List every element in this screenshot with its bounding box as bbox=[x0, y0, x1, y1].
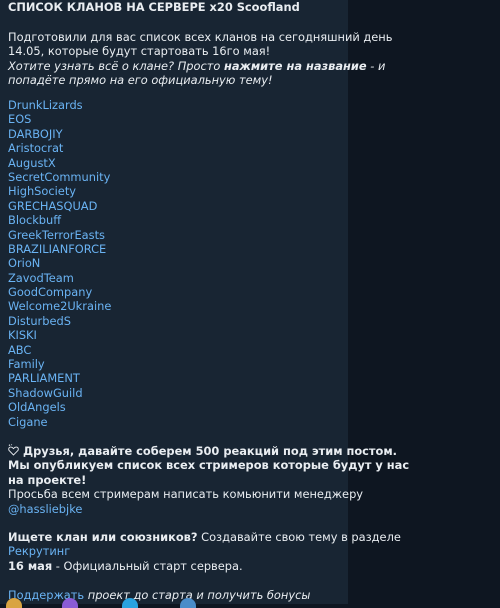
clan-link[interactable]: AugustX bbox=[8, 156, 111, 170]
reactions-text-1: Друзья, давайте соберем 500 реакций под … bbox=[22, 444, 397, 458]
clan-link[interactable]: ZavodTeam bbox=[8, 271, 111, 285]
reaction-icon[interactable] bbox=[6, 598, 22, 608]
clan-link[interactable]: DrunkLizards bbox=[8, 98, 111, 112]
clan-link[interactable]: Cigane bbox=[8, 415, 111, 429]
reactions-line-1: Друзья, давайте соберем 500 реакций под … bbox=[8, 444, 397, 458]
reactions-line-3: на проекте! bbox=[8, 472, 87, 487]
intro-text: Подготовили для вас список всех кланов н… bbox=[8, 30, 393, 88]
recruit-block: Ищете клан или союзников? Создавайте сво… bbox=[8, 530, 401, 573]
clan-link[interactable]: EOS bbox=[8, 112, 111, 126]
clan-link[interactable]: GoodCompany bbox=[8, 285, 111, 299]
sparkle-heart-emoji-icon bbox=[8, 444, 19, 456]
reaction-icon[interactable] bbox=[122, 598, 138, 608]
clan-link[interactable]: PARLIAMENT bbox=[8, 371, 111, 385]
clan-link[interactable]: SecretCommunity bbox=[8, 170, 111, 184]
manager-link[interactable]: @hassliebjke bbox=[8, 502, 82, 516]
clan-link[interactable]: ShadowGuild bbox=[8, 386, 111, 400]
clan-link[interactable]: Welcome2Ukraine bbox=[8, 299, 111, 313]
start-date: 16 мая bbox=[8, 558, 53, 573]
hint-text-bold: нажмите на название bbox=[223, 58, 367, 73]
clan-link[interactable]: OldAngels bbox=[8, 400, 111, 414]
hint-text-b: - и bbox=[366, 58, 386, 73]
recruiting-link[interactable]: Рекрутинг bbox=[8, 544, 70, 558]
reactions-block: Друзья, давайте соберем 500 реакций под … bbox=[8, 444, 410, 516]
hint-line-1: Хотите узнать всё о клане? Просто нажмит… bbox=[8, 58, 385, 73]
clan-link[interactable]: KISKI bbox=[8, 328, 111, 342]
reaction-icon[interactable] bbox=[180, 598, 196, 608]
intro-line-2: 14.05, которые будут стартовать 16го мая… bbox=[8, 44, 271, 59]
hint-text-a: Хотите узнать всё о клане? Просто bbox=[8, 58, 224, 73]
reactions-line-2: Мы опубликуем список всех стримеров кото… bbox=[8, 458, 410, 473]
clan-link[interactable]: OrioN bbox=[8, 256, 111, 270]
hint-line-2: попадёте прямо на его официальную тему! bbox=[8, 73, 273, 88]
clan-link[interactable]: BRAZILIANFORCE bbox=[8, 242, 111, 256]
clan-link[interactable]: Aristocrat bbox=[8, 141, 111, 155]
clan-list: DrunkLizards EOS DARBOJIY Aristocrat Aug… bbox=[8, 98, 111, 429]
recruit-line: Ищете клан или союзников? Создавайте сво… bbox=[8, 530, 401, 544]
clan-link[interactable]: ABC bbox=[8, 343, 111, 357]
message-bubble: СПИСОК КЛАНОВ НА СЕРВЕРЕ x20 Scoofland П… bbox=[0, 0, 410, 608]
recruit-question: Ищете клан или союзников? bbox=[8, 530, 198, 544]
clan-link[interactable]: HighSociety bbox=[8, 184, 111, 198]
start-date-text: - Официальный старт сервера. bbox=[52, 558, 243, 573]
clan-link[interactable]: Family bbox=[8, 357, 111, 371]
clan-link[interactable]: DARBOJIY bbox=[8, 127, 111, 141]
post-title: СПИСОК КЛАНОВ НА СЕРВЕРЕ x20 Scoofland bbox=[8, 0, 300, 14]
reaction-icon[interactable] bbox=[62, 598, 78, 608]
clan-link[interactable]: Blockbuff bbox=[8, 213, 111, 227]
clan-link[interactable]: GRECHASQUAD bbox=[8, 199, 111, 213]
reaction-icons-row bbox=[6, 598, 206, 608]
clan-link[interactable]: GreekTerrorEasts bbox=[8, 228, 111, 242]
start-date-line: 16 мая - Официальный старт сервера. bbox=[8, 559, 344, 573]
clan-link[interactable]: DisturbedS bbox=[8, 314, 111, 328]
intro-line-1: Подготовили для вас список всех кланов н… bbox=[8, 30, 393, 44]
recruit-text: Создавайте свою тему в разделе bbox=[197, 530, 401, 544]
streamers-line: Просьба всем стримерам написать комьюнит… bbox=[8, 487, 364, 502]
